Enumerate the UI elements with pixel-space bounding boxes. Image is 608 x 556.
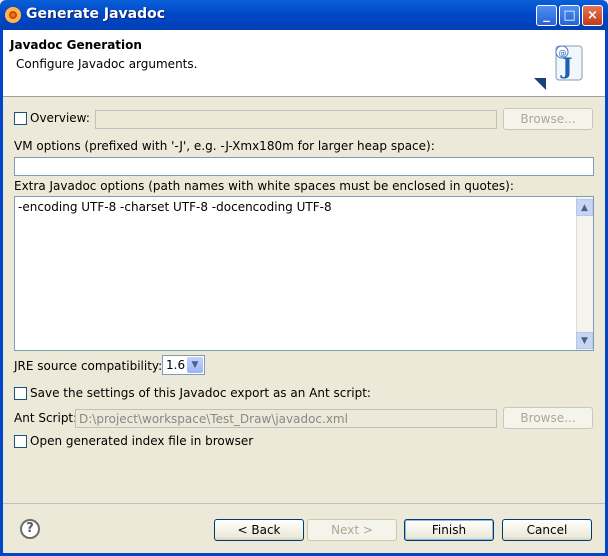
eclipse-icon	[5, 7, 21, 23]
chevron-down-icon[interactable]: ▼	[187, 357, 203, 373]
ant-script-label: Ant Script:	[14, 411, 78, 425]
textarea-scrollbar[interactable]	[576, 197, 593, 350]
extra-options-text: -encoding UTF-8 -charset UTF-8 -docencod…	[18, 200, 332, 214]
next-button[interactable]: Next >	[307, 519, 397, 541]
window-frame-left	[0, 30, 3, 556]
extra-options-label: Extra Javadoc options (path names with w…	[14, 179, 514, 193]
jre-label: JRE source compatibility:	[14, 359, 163, 373]
help-icon[interactable]: ?	[20, 519, 40, 539]
jre-selected-value: 1.6	[166, 358, 186, 372]
back-button[interactable]: < Back	[214, 519, 304, 541]
wizard-description: Configure Javadoc arguments.	[16, 57, 198, 71]
button-separator	[3, 503, 605, 504]
cancel-button[interactable]: Cancel	[502, 519, 592, 541]
scroll-down-icon[interactable]: ▼	[576, 332, 593, 349]
open-index-checkbox[interactable]	[14, 435, 27, 448]
svg-text:@: @	[559, 49, 567, 58]
save-ant-label: Save the settings of this Javadoc export…	[30, 386, 371, 400]
minimize-button[interactable]: _	[536, 5, 557, 26]
vm-options-label: VM options (prefixed with '-J', e.g. -J-…	[14, 139, 435, 153]
vm-options-field[interactable]	[14, 157, 594, 176]
ant-script-field[interactable]: D:\project\workspace\Test_Draw\javadoc.x…	[75, 409, 497, 428]
wizard-title: Javadoc Generation	[10, 38, 142, 52]
open-index-label: Open generated index file in browser	[30, 434, 254, 448]
scroll-up-icon[interactable]: ▲	[576, 199, 593, 216]
overview-browse-button[interactable]: Browse...	[503, 108, 593, 130]
window-title: Generate Javadoc	[26, 6, 166, 22]
ant-browse-button[interactable]: Browse...	[503, 407, 593, 429]
javadoc-wizard-icon: J @	[534, 45, 583, 90]
overview-field[interactable]	[95, 110, 497, 129]
close-button[interactable]: ×	[582, 5, 603, 26]
finish-button[interactable]: Finish	[404, 519, 494, 541]
maximize-button[interactable]: □	[559, 5, 580, 26]
extra-options-textarea[interactable]	[14, 196, 594, 351]
overview-checkbox[interactable]	[14, 112, 27, 125]
save-ant-checkbox[interactable]	[14, 387, 27, 400]
overview-label: Overview:	[30, 111, 90, 125]
